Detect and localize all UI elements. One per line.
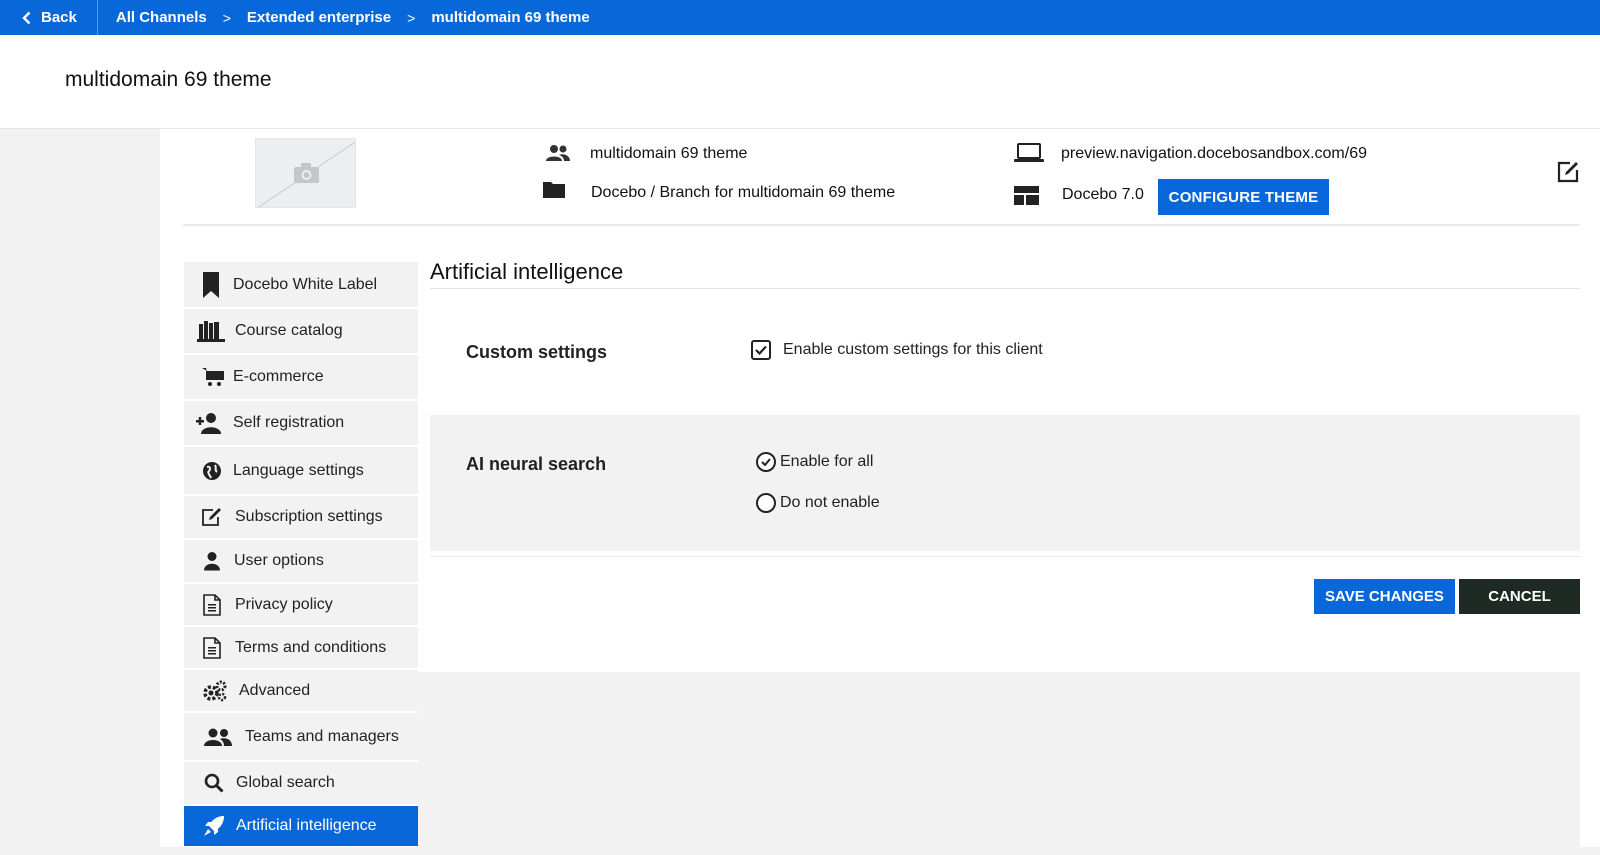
info-divider xyxy=(183,224,1580,226)
breadcrumb-current: multidomain 69 theme xyxy=(431,9,590,26)
bookmark-icon xyxy=(202,271,220,298)
menu-item-label: Course catalog xyxy=(235,322,343,339)
back-label: Back xyxy=(41,9,77,26)
left-gutter xyxy=(0,129,160,855)
menu-item-label: Teams and managers xyxy=(245,727,399,745)
page-header: multidomain 69 theme xyxy=(0,35,1600,129)
menu-item-label: Subscription settings xyxy=(235,508,383,525)
panel-divider xyxy=(430,556,1580,557)
gears-icon xyxy=(203,680,227,702)
users-icon xyxy=(546,145,570,161)
menu-item-label: Advanced xyxy=(239,681,311,699)
checkmark-icon xyxy=(755,345,767,355)
back-button[interactable]: Back xyxy=(0,0,98,35)
page-title: multidomain 69 theme xyxy=(65,68,272,91)
books-icon xyxy=(197,320,225,342)
menu-item-global-search[interactable]: Global search xyxy=(184,762,418,805)
chevron-left-icon xyxy=(22,11,31,24)
menu-item-self-registration[interactable]: Self registration xyxy=(184,401,418,446)
globe-icon xyxy=(202,461,222,481)
custom-settings-checkbox[interactable] xyxy=(751,340,771,360)
cancel-button[interactable]: CANCEL xyxy=(1459,579,1580,614)
user-icon xyxy=(204,552,220,571)
folder-icon xyxy=(543,182,565,198)
breadcrumb: All Channels > Extended enterprise > mul… xyxy=(116,9,590,26)
breadcrumb-extended-enterprise[interactable]: Extended enterprise xyxy=(247,9,391,26)
menu-item-language-settings[interactable]: Language settings xyxy=(184,447,418,495)
menu-item-e-commerce[interactable]: E-commerce xyxy=(184,355,418,400)
radio-label: Enable for all xyxy=(780,453,874,470)
menu-item-subscription-settings[interactable]: Subscription settings xyxy=(184,496,418,539)
search-icon xyxy=(204,773,224,793)
menu-item-label: Language settings xyxy=(233,461,364,479)
edit-icon[interactable] xyxy=(1556,160,1580,184)
menu-item-label: Global search xyxy=(236,774,335,791)
breadcrumb-all-channels[interactable]: All Channels xyxy=(116,9,207,26)
custom-settings-checkbox-label: Enable custom settings for this client xyxy=(783,341,1043,358)
menu-item-teams-and-managers[interactable]: Teams and managers xyxy=(184,713,418,761)
team-icon xyxy=(204,728,232,746)
menu-item-label: Terms and conditions xyxy=(235,638,387,656)
radio-label: Do not enable xyxy=(780,494,880,511)
section-title: Artificial intelligence xyxy=(430,259,624,284)
add-user-icon xyxy=(196,412,222,434)
menu-item-advanced[interactable]: Advanced xyxy=(184,670,418,712)
radio-button[interactable] xyxy=(756,493,776,513)
checkmark-icon xyxy=(761,458,771,466)
ai-neural-search-label: AI neural search xyxy=(466,454,607,474)
client-name: multidomain 69 theme xyxy=(590,145,748,162)
laptop-icon xyxy=(1014,143,1044,162)
client-url[interactable]: preview.navigation.docebosandbox.com/69 xyxy=(1061,145,1367,163)
menu-item-label: Privacy policy xyxy=(235,595,333,613)
pencil-square-icon xyxy=(202,508,222,526)
radio-button-selected[interactable] xyxy=(756,452,776,472)
bottom-gutter xyxy=(160,847,1600,855)
breadcrumb-separator: > xyxy=(222,9,231,26)
client-thumbnail xyxy=(255,138,356,208)
radio-do-not-enable[interactable]: Do not enable xyxy=(756,493,880,513)
radio-enable-for-all[interactable]: Enable for all xyxy=(756,452,873,472)
theme-name: Docebo 7.0 xyxy=(1062,186,1144,203)
configure-theme-button[interactable]: CONFIGURE THEME xyxy=(1158,179,1329,215)
menu-item-label: Self registration xyxy=(233,414,345,431)
content-footer-area xyxy=(418,672,1580,847)
menu-item-label: Artificial intelligence xyxy=(236,817,377,834)
top-navigation-bar: Back All Channels > Extended enterprise … xyxy=(0,0,1600,35)
cart-icon xyxy=(202,367,224,387)
ai-neural-search-panel xyxy=(430,415,1580,551)
custom-settings-checkbox-row[interactable]: Enable custom settings for this client xyxy=(751,340,1043,360)
section-divider xyxy=(430,288,1580,289)
menu-item-course-catalog[interactable]: Course catalog xyxy=(184,309,418,354)
breadcrumb-separator: > xyxy=(407,9,416,26)
client-branch: Docebo / Branch for multidomain 69 theme xyxy=(591,184,896,201)
layout-icon xyxy=(1014,186,1039,205)
document-icon xyxy=(203,636,221,659)
document-icon xyxy=(203,593,221,616)
save-changes-button[interactable]: SAVE CHANGES xyxy=(1314,579,1455,614)
menu-item-label: E-commerce xyxy=(233,368,324,385)
menu-item-docebo-white-label[interactable]: Docebo White Label xyxy=(184,262,418,308)
custom-settings-label: Custom settings xyxy=(466,342,608,362)
menu-item-privacy-policy[interactable]: Privacy policy xyxy=(184,584,418,626)
rocket-icon xyxy=(203,815,225,837)
camera-icon xyxy=(294,163,319,183)
menu-item-label: Docebo White Label xyxy=(233,275,378,293)
menu-item-terms-and-conditions[interactable]: Terms and conditions xyxy=(184,627,418,669)
menu-item-user-options[interactable]: User options xyxy=(184,540,418,583)
menu-item-label: User options xyxy=(234,552,324,569)
menu-item-artificial-intelligence[interactable]: Artificial intelligence xyxy=(184,806,418,847)
